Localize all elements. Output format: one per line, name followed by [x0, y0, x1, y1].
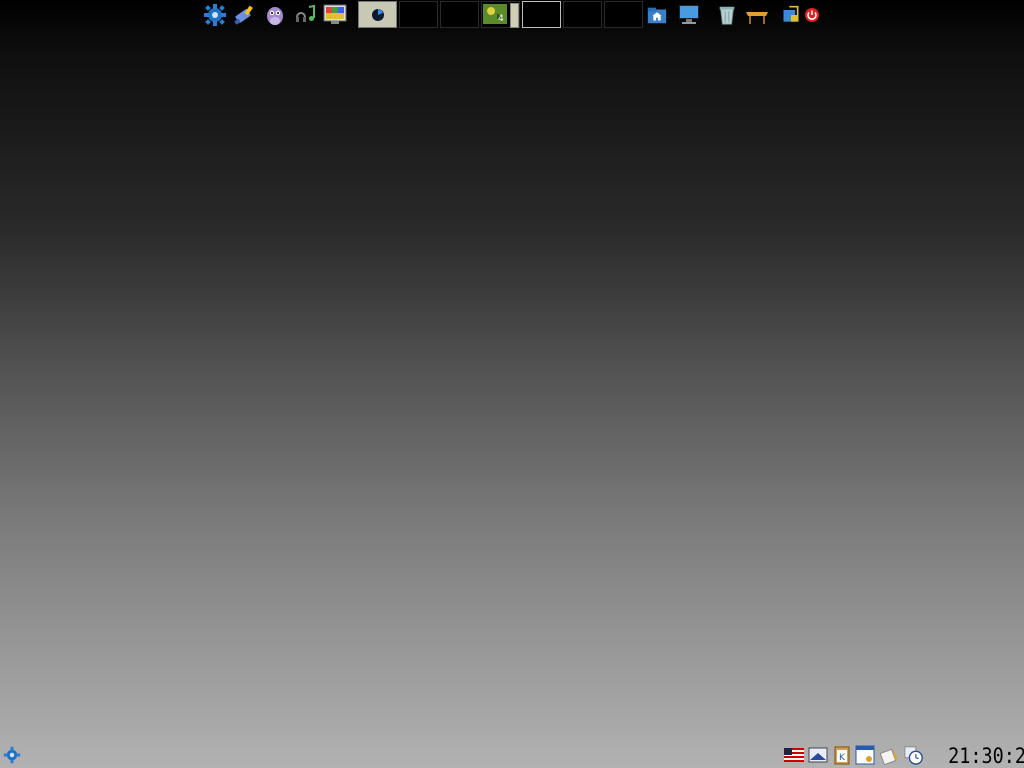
alarm-clock-icon — [904, 746, 923, 765]
pager-desktop-7[interactable] — [604, 1, 643, 28]
desktop-launcher[interactable] — [744, 2, 770, 28]
kde-menu-icon — [3, 746, 21, 764]
kde-gear-icon — [204, 4, 226, 26]
tray-calendar[interactable] — [855, 745, 875, 765]
paintbrush-icon — [234, 5, 253, 25]
kgpg-key-icon — [880, 748, 898, 765]
tray-clipboard[interactable]: K — [832, 745, 852, 765]
pager-window-thumbnail-icon: 4 — [483, 4, 507, 24]
tray-keyboard-layout[interactable] — [784, 745, 804, 765]
kmenu-button[interactable] — [3, 746, 23, 766]
desktop-table-icon — [746, 12, 768, 24]
logout-button[interactable] — [799, 2, 825, 28]
keyboard-layout-us-flag-icon — [784, 748, 804, 762]
tray-mail[interactable] — [808, 745, 828, 765]
pager-desktop-5[interactable] — [522, 1, 561, 28]
trash-launcher[interactable] — [714, 2, 740, 28]
top-panel: 4 — [200, 0, 825, 32]
home-folder-launcher[interactable] — [644, 2, 670, 28]
lock-screen-icon — [783, 5, 799, 22]
pager-window-thumbnail-icon — [372, 9, 384, 21]
pager-desktop-1[interactable] — [358, 1, 397, 28]
tray-kgpg[interactable] — [880, 745, 900, 765]
pager-desktop-6[interactable] — [563, 1, 602, 28]
pager-drag-handle[interactable] — [510, 3, 519, 28]
display-settings-launcher[interactable] — [322, 2, 348, 28]
logout-power-icon — [805, 8, 819, 22]
home-folder-icon — [647, 7, 667, 24]
trash-icon — [719, 6, 735, 25]
mail-notifier-icon — [808, 747, 828, 763]
paint-launcher[interactable] — [232, 2, 258, 28]
svg-text:4: 4 — [498, 14, 504, 24]
kde-gear-launcher[interactable] — [202, 2, 228, 28]
pager-desktop-3[interactable] — [440, 1, 479, 28]
computer-icon — [679, 5, 699, 24]
pager-desktop-2[interactable] — [399, 1, 438, 28]
pidgin-icon — [267, 7, 283, 25]
panel-clock[interactable]: 21:30:26 — [948, 744, 1024, 768]
klipper-clipboard-icon: K — [834, 746, 850, 765]
pidgin-launcher[interactable] — [262, 2, 288, 28]
display-settings-icon — [323, 4, 347, 24]
tray-alarm[interactable] — [904, 745, 924, 765]
computer-launcher[interactable] — [676, 2, 702, 28]
music-player-icon — [296, 4, 315, 22]
music-launcher[interactable] — [292, 2, 318, 28]
korganizer-calendar-icon — [855, 745, 875, 765]
